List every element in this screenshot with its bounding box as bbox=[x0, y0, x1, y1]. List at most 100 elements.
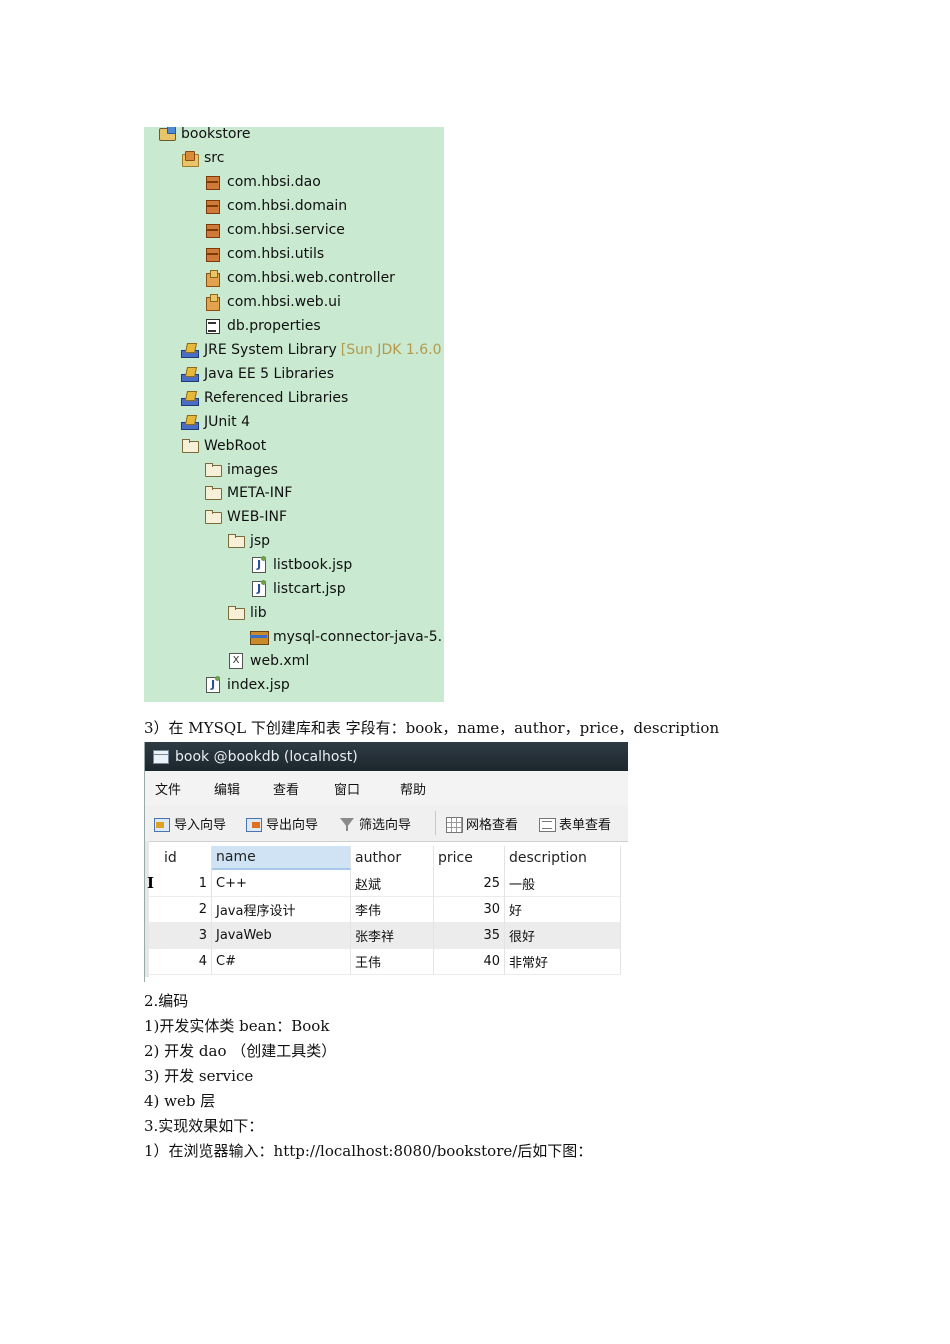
tree-node-web-inf[interactable]: WEB-INF bbox=[204, 506, 287, 528]
cell-author[interactable]: 王伟 bbox=[351, 948, 434, 974]
menu-bar: 文件 编辑 查看 窗口 帮助 bbox=[145, 771, 628, 806]
cell-author[interactable]: 张李祥 bbox=[351, 922, 434, 948]
coding-step-4: 4) web 层 bbox=[144, 1092, 216, 1110]
table-row[interactable]: 2 Java程序设计 李伟 30 好 bbox=[149, 896, 621, 923]
export-wizard-button[interactable]: 导出向导 bbox=[246, 814, 318, 833]
package-icon bbox=[204, 294, 222, 311]
cell-author[interactable]: 赵斌 bbox=[351, 870, 434, 896]
jar-icon bbox=[250, 629, 269, 645]
column-header-name[interactable]: name bbox=[212, 846, 351, 870]
cell-author[interactable]: 李伟 bbox=[351, 896, 434, 922]
cell-name[interactable]: Java程序设计 bbox=[212, 896, 351, 922]
data-grid: id name author price description I 1 C++… bbox=[145, 841, 621, 977]
tree-node-dao[interactable]: com.hbsi.dao bbox=[204, 171, 321, 193]
tree-node-images[interactable]: images bbox=[204, 459, 278, 481]
tree-node-index-jsp[interactable]: index.jsp bbox=[204, 674, 290, 696]
grid-icon bbox=[446, 816, 463, 833]
cell-name[interactable]: C# bbox=[212, 948, 351, 974]
tree-node-webroot[interactable]: WebRoot bbox=[181, 435, 266, 457]
tree-node-mysql-connector[interactable]: mysql-connector-java-5. bbox=[250, 626, 442, 648]
import-icon bbox=[154, 817, 170, 832]
cell-price[interactable]: 30 bbox=[434, 896, 505, 922]
column-header-id[interactable]: id bbox=[160, 846, 212, 870]
properties-file-icon bbox=[204, 318, 222, 334]
package-icon bbox=[204, 246, 222, 262]
menu-edit[interactable]: 编辑 bbox=[214, 779, 240, 798]
folder-icon bbox=[227, 533, 245, 549]
filter-icon bbox=[339, 817, 355, 831]
tree-node-db-properties[interactable]: db.properties bbox=[204, 315, 321, 337]
project-explorer-tree: bookstore src com.hbsi.dao com.hbsi.doma… bbox=[144, 127, 444, 702]
jsp-file-icon bbox=[250, 580, 268, 597]
cell-description[interactable]: 很好 bbox=[505, 922, 621, 948]
cell-id[interactable]: 1 bbox=[160, 870, 212, 896]
tree-node-listbook[interactable]: listbook.jsp bbox=[250, 554, 352, 576]
table-row[interactable]: 4 C# 王伟 40 非常好 bbox=[149, 948, 621, 975]
column-header-author[interactable]: author bbox=[351, 846, 434, 870]
tree-node-referenced-libraries[interactable]: Referenced Libraries bbox=[181, 387, 348, 409]
toolbar: 导入向导 导出向导 筛选向导 网格查看 表单查看 bbox=[145, 805, 628, 842]
tree-node-junit[interactable]: JUnit 4 bbox=[181, 411, 250, 433]
cell-price[interactable]: 35 bbox=[434, 922, 505, 948]
source-folder-icon bbox=[181, 150, 199, 167]
xml-file-icon bbox=[227, 653, 245, 669]
cell-price[interactable]: 40 bbox=[434, 948, 505, 974]
window-titlebar[interactable]: book @bookdb (localhost) bbox=[145, 742, 628, 771]
coding-step-3: 3) 开发 service bbox=[144, 1067, 254, 1085]
cell-id[interactable]: 4 bbox=[160, 948, 212, 974]
package-icon bbox=[204, 270, 222, 287]
cell-price[interactable]: 25 bbox=[434, 870, 505, 896]
table-row[interactable]: I 1 C++ 赵斌 25 一般 bbox=[147, 870, 621, 897]
table-viewer-window: book @bookdb (localhost) 文件 编辑 查看 窗口 帮助 … bbox=[144, 742, 628, 982]
menu-view[interactable]: 查看 bbox=[273, 779, 299, 798]
tree-node-listcart[interactable]: listcart.jsp bbox=[250, 578, 346, 600]
cell-id[interactable]: 3 bbox=[160, 922, 212, 948]
column-header-description[interactable]: description bbox=[505, 846, 621, 870]
table-row[interactable]: 3 JavaWeb 张李祥 35 很好 bbox=[149, 922, 621, 949]
jsp-file-icon bbox=[204, 676, 222, 693]
tree-node-lib[interactable]: lib bbox=[227, 602, 267, 624]
table-icon bbox=[153, 749, 169, 764]
tree-node-utils[interactable]: com.hbsi.utils bbox=[204, 243, 324, 265]
cell-name[interactable]: C++ bbox=[212, 870, 351, 896]
filter-wizard-button[interactable]: 筛选向导 bbox=[339, 814, 411, 833]
toolbar-separator bbox=[435, 811, 436, 835]
tree-node-web-controller[interactable]: com.hbsi.web.controller bbox=[204, 267, 395, 289]
import-wizard-button[interactable]: 导入向导 bbox=[154, 814, 226, 833]
project-icon bbox=[158, 127, 176, 142]
tree-node-web-xml[interactable]: web.xml bbox=[227, 650, 309, 672]
grid-view-button[interactable]: 网格查看 bbox=[446, 814, 518, 833]
column-header-price[interactable]: price bbox=[434, 846, 505, 870]
coding-step-2: 2) 开发 dao （创建工具类） bbox=[144, 1042, 337, 1060]
coding-step-1: 1)开发实体类 bean：Book bbox=[144, 1017, 330, 1035]
library-icon bbox=[181, 342, 199, 358]
tree-node-domain[interactable]: com.hbsi.domain bbox=[204, 195, 347, 217]
tree-node-bookstore[interactable]: bookstore bbox=[158, 127, 251, 145]
package-icon bbox=[204, 174, 222, 190]
folder-icon bbox=[204, 462, 222, 478]
library-icon bbox=[181, 414, 199, 430]
cell-id[interactable]: 2 bbox=[160, 896, 212, 922]
cell-description[interactable]: 非常好 bbox=[505, 948, 621, 974]
menu-help[interactable]: 帮助 bbox=[400, 779, 426, 798]
tree-node-javaee-libraries[interactable]: Java EE 5 Libraries bbox=[181, 363, 334, 385]
library-icon bbox=[181, 366, 199, 382]
cell-description[interactable]: 好 bbox=[505, 896, 621, 922]
tree-node-jre-library[interactable]: JRE System Library [Sun JDK 1.6.0 bbox=[181, 339, 441, 361]
tree-node-jsp[interactable]: jsp bbox=[227, 530, 270, 552]
menu-window[interactable]: 窗口 bbox=[334, 779, 360, 798]
tree-node-service[interactable]: com.hbsi.service bbox=[204, 219, 345, 241]
tree-node-src[interactable]: src bbox=[181, 147, 224, 169]
package-icon bbox=[204, 198, 222, 214]
current-row-marker: I bbox=[147, 874, 155, 892]
step3-text: 3）在 MYSQL 下创建库和表 字段有：book，name，author，pr… bbox=[144, 719, 720, 737]
result-step-1: 1）在浏览器输入：http://localhost:8080/bookstore… bbox=[144, 1142, 593, 1160]
result-heading: 3.实现效果如下： bbox=[144, 1117, 264, 1135]
menu-file[interactable]: 文件 bbox=[155, 779, 181, 798]
cell-description[interactable]: 一般 bbox=[505, 870, 621, 896]
form-view-button[interactable]: 表单查看 bbox=[539, 814, 611, 833]
tree-node-web-ui[interactable]: com.hbsi.web.ui bbox=[204, 291, 341, 313]
folder-icon bbox=[204, 509, 222, 525]
tree-node-meta-inf[interactable]: META-INF bbox=[204, 482, 292, 504]
cell-name[interactable]: JavaWeb bbox=[212, 922, 351, 948]
